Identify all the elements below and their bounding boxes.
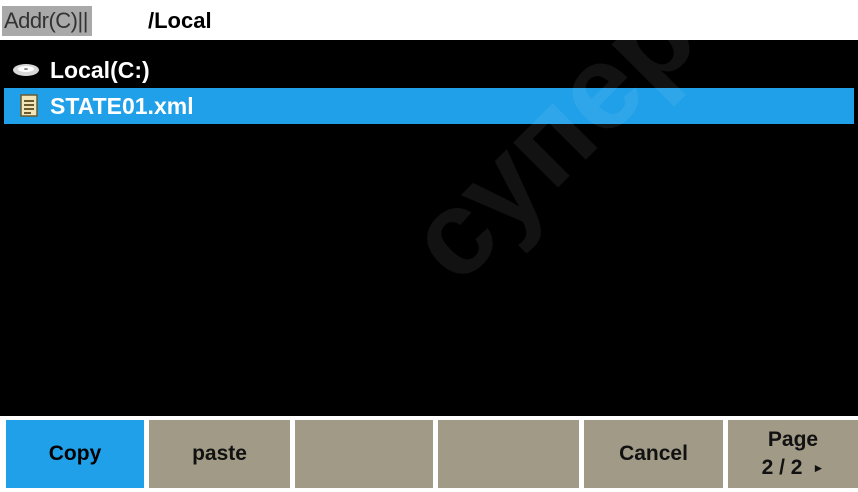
page-value: 2 / 2 (761, 456, 803, 479)
next-page-icon: ► (812, 461, 825, 475)
file-item-state01[interactable]: STATE01.xml (4, 88, 854, 124)
copy-label: Copy (48, 442, 102, 465)
page-label: Page (767, 428, 819, 451)
cancel-button[interactable]: Cancel (584, 420, 723, 488)
address-label: Addr(C)|| (2, 6, 92, 36)
file-browser: Local(C:) STATE01.xml супер (0, 0, 858, 416)
address-path: /Local (148, 8, 212, 33)
watermark-text: супер (381, 0, 721, 307)
page-button[interactable]: Page 2 / 2 ► (728, 420, 858, 488)
paste-label: paste (192, 442, 247, 465)
softkey-bar: Copy paste Cancel Page 2 / 2 ► (0, 416, 858, 492)
file-label: STATE01.xml (50, 92, 194, 119)
softkey-blank-3[interactable] (295, 420, 433, 488)
drive-item-local[interactable]: Local(C:) (4, 52, 854, 88)
address-bar: Addr(C)|| /Local (0, 0, 858, 40)
paste-button[interactable]: paste (149, 420, 290, 488)
softkey-blank-4[interactable] (438, 420, 579, 488)
drive-label: Local(C:) (50, 56, 150, 83)
disk-icon (10, 58, 42, 82)
copy-button[interactable]: Copy (6, 420, 144, 488)
file-icon (20, 94, 40, 118)
cancel-label: Cancel (619, 442, 688, 465)
